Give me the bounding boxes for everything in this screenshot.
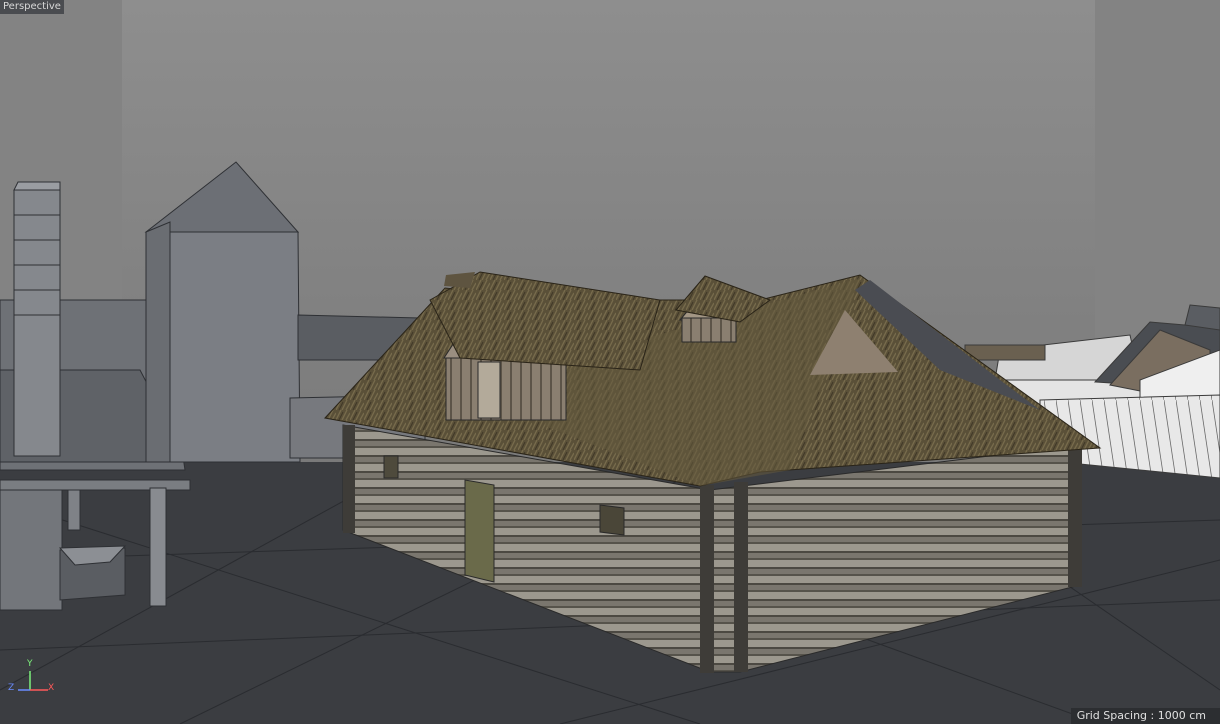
axis-gizmo-icon: Y X Z xyxy=(8,660,58,700)
viewport-camera-label[interactable]: Perspective xyxy=(0,0,64,14)
scene-render[interactable] xyxy=(0,0,1220,724)
grid-spacing-readout: Grid Spacing : 1000 cm xyxy=(1070,708,1220,724)
axis-y-label: Y xyxy=(27,659,33,669)
axis-x-label: X xyxy=(48,683,55,693)
axis-gizmo-lines xyxy=(18,671,48,691)
viewport-perspective[interactable]: Perspective Y X Z Grid Spacing : 1000 cm xyxy=(0,0,1220,724)
axis-z-label: Z xyxy=(8,683,15,693)
